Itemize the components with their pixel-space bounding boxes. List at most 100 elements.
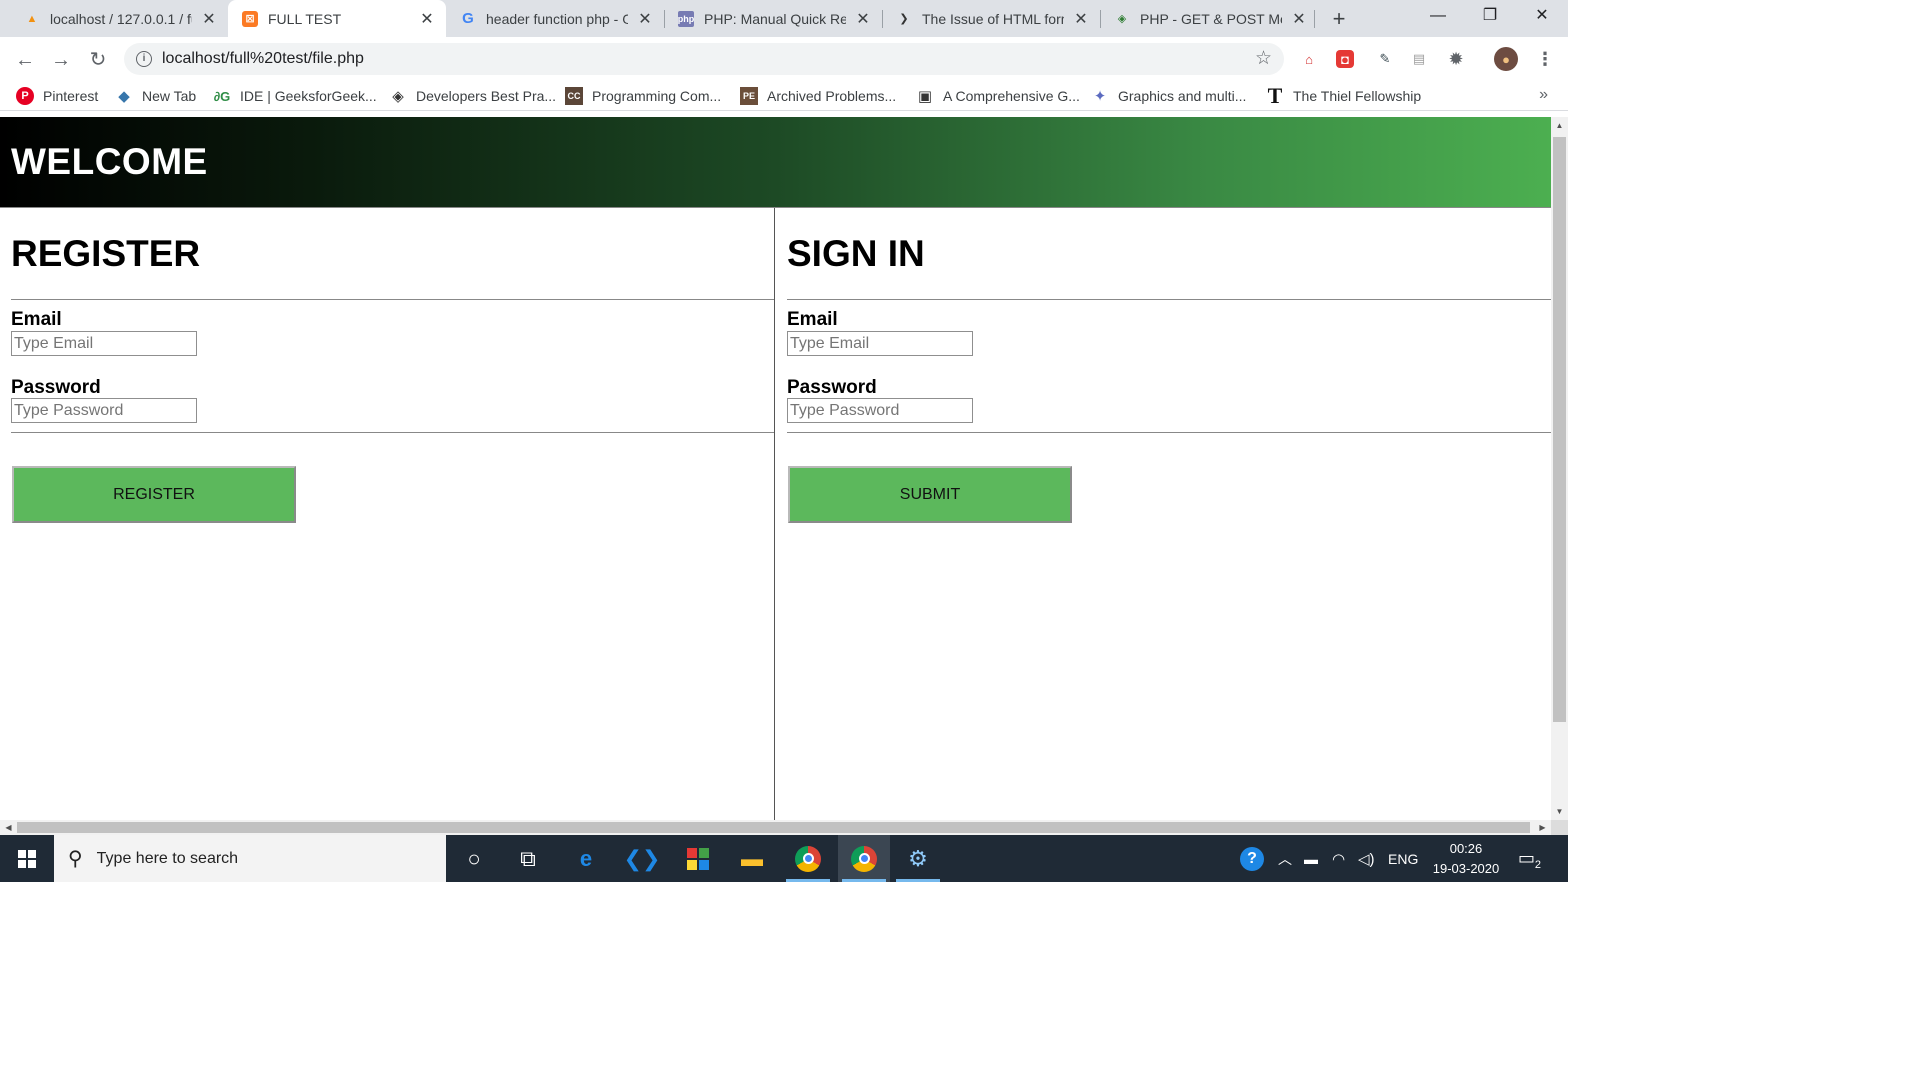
bookmark-pinterest[interactable]: P Pinterest bbox=[16, 85, 98, 107]
settings-gear-icon[interactable]: ⚙ bbox=[892, 835, 944, 882]
register-heading: REGISTER bbox=[11, 233, 201, 274]
bookmark-developers[interactable]: ◈ Developers Best Pra... bbox=[389, 85, 556, 107]
cortana-icon[interactable]: ○ bbox=[448, 835, 500, 882]
bookmark-programming[interactable]: CC Programming Com... bbox=[565, 85, 721, 107]
bookmark-thiel-fellowship[interactable]: T The Thiel Fellowship bbox=[1266, 83, 1421, 108]
divider bbox=[11, 299, 774, 300]
close-window-button[interactable]: ✕ bbox=[1516, 0, 1568, 34]
register-email-input[interactable] bbox=[11, 331, 197, 356]
tab-phpmyadmin[interactable]: ▲ localhost / 127.0.0.1 / fu ✕ bbox=[10, 0, 228, 37]
wifi-icon[interactable]: ◠ bbox=[1332, 835, 1345, 882]
tab-php-manual[interactable]: php PHP: Manual Quick Refe ✕ bbox=[664, 0, 882, 37]
pdf-extension-icon[interactable]: ⌂ bbox=[1298, 48, 1320, 70]
clock[interactable]: 00:26 19-03-2020 bbox=[1424, 839, 1508, 879]
tab-full-test[interactable]: ⊠ FULL TEST ✕ bbox=[228, 0, 446, 37]
scroll-up-arrow-icon[interactable]: ▲ bbox=[1551, 117, 1568, 134]
vertical-scroll-thumb[interactable] bbox=[1553, 137, 1566, 722]
chrome-active-icon[interactable] bbox=[838, 835, 890, 882]
bookmark-comprehensive[interactable]: ▣ A Comprehensive G... bbox=[916, 85, 1080, 107]
taskbar-search-placeholder: Type here to search bbox=[96, 849, 239, 867]
tab-strip: ▲ localhost / 127.0.0.1 / fu ✕ ⊠ FULL TE… bbox=[0, 0, 1568, 37]
new-tab-button[interactable]: + bbox=[1326, 6, 1352, 32]
bookmark-new-tab[interactable]: ◆ New Tab bbox=[115, 85, 196, 107]
bookmark-geeksforgeeks[interactable]: ∂G IDE | GeeksforGeek... bbox=[213, 85, 377, 107]
info-icon[interactable]: i bbox=[136, 51, 152, 67]
volume-icon[interactable]: ◁) bbox=[1358, 835, 1375, 882]
signin-panel: SIGN IN Email Password SUBMIT bbox=[776, 208, 1551, 820]
scroll-left-arrow-icon[interactable]: ◀ bbox=[0, 820, 17, 835]
close-icon[interactable]: ✕ bbox=[1072, 9, 1090, 29]
register-button[interactable]: REGISTER bbox=[12, 466, 296, 523]
menu-kebab-icon[interactable]: ⋮ bbox=[1534, 48, 1556, 70]
chrome-icon[interactable] bbox=[782, 835, 834, 882]
card-icon: ▣ bbox=[917, 88, 933, 105]
shield-extension-icon[interactable]: ◘ bbox=[1336, 50, 1354, 68]
forward-button[interactable]: → bbox=[47, 46, 75, 74]
signin-password-input[interactable] bbox=[787, 398, 973, 423]
close-icon[interactable]: ✕ bbox=[418, 9, 436, 29]
vscode-icon[interactable]: ❮❯ bbox=[616, 835, 668, 882]
profile-avatar[interactable]: ● bbox=[1494, 47, 1518, 71]
reload-button[interactable]: ↻ bbox=[84, 46, 112, 74]
geeksforgeeks-icon: ∂G bbox=[213, 88, 231, 104]
minimize-button[interactable]: — bbox=[1412, 0, 1464, 34]
taskbar-search[interactable]: ⚲ Type here to search bbox=[54, 835, 446, 882]
settings-extension-icon[interactable]: ✹ bbox=[1445, 48, 1467, 70]
show-hidden-icons-chevron-icon[interactable]: ︿ bbox=[1278, 835, 1292, 882]
graphics-icon: ✦ bbox=[1093, 88, 1107, 105]
codechef-icon: CC bbox=[565, 87, 583, 105]
tab-header-function[interactable]: G header function php - G ✕ bbox=[446, 0, 664, 37]
register-email-label: Email bbox=[11, 309, 62, 330]
phpmyadmin-icon: ▲ bbox=[26, 12, 38, 25]
close-icon[interactable]: ✕ bbox=[854, 9, 872, 29]
scroll-right-arrow-icon[interactable]: ▶ bbox=[1534, 820, 1551, 835]
address-url[interactable]: localhost/full%20test/file.php bbox=[162, 50, 364, 68]
restore-button[interactable]: ❐ bbox=[1464, 0, 1516, 34]
bookmarks-overflow-button[interactable]: » bbox=[1539, 86, 1548, 104]
xampp-icon: ⊠ bbox=[242, 10, 258, 27]
edge-icon[interactable]: e bbox=[560, 835, 612, 882]
thiel-t-icon: T bbox=[1267, 83, 1283, 108]
bookmark-graphics[interactable]: ✦ Graphics and multi... bbox=[1091, 85, 1247, 107]
tutorialspoint-icon: ◈ bbox=[1117, 13, 1127, 25]
scroll-down-arrow-icon[interactable]: ▼ bbox=[1551, 803, 1568, 820]
php-extension-icon[interactable]: ▤ bbox=[1408, 48, 1430, 70]
notification-count: 2 bbox=[1534, 859, 1542, 871]
horizontal-scroll-thumb[interactable] bbox=[17, 822, 1530, 833]
divider bbox=[787, 299, 1551, 300]
php-icon: php bbox=[678, 10, 694, 27]
office-app-icon[interactable] bbox=[672, 835, 724, 882]
language-indicator[interactable]: ENG bbox=[1388, 835, 1418, 882]
battery-icon[interactable]: ▬ bbox=[1304, 835, 1318, 882]
help-icon[interactable]: ? bbox=[1240, 835, 1264, 882]
start-button[interactable] bbox=[0, 835, 54, 882]
close-icon[interactable]: ✕ bbox=[636, 9, 654, 29]
address-bar[interactable]: i localhost/full%20test/file.php ☆ bbox=[124, 43, 1284, 75]
register-password-input[interactable] bbox=[11, 398, 197, 423]
close-icon[interactable]: ✕ bbox=[200, 9, 218, 29]
submit-button[interactable]: SUBMIT bbox=[788, 466, 1072, 523]
signin-email-input[interactable] bbox=[787, 331, 973, 356]
bookmarks-bar: P Pinterest ◆ New Tab ∂G IDE | GeeksforG… bbox=[0, 81, 1568, 111]
welcome-banner: WELCOME bbox=[0, 117, 1551, 208]
back-button[interactable]: ← bbox=[11, 46, 39, 74]
google-icon: G bbox=[462, 10, 474, 27]
task-view-icon[interactable]: ⧉ bbox=[502, 835, 554, 882]
eyedropper-extension-icon[interactable]: ✎ bbox=[1374, 48, 1396, 70]
horizontal-scrollbar[interactable]: ◀ ▶ bbox=[0, 820, 1551, 835]
welcome-heading: WELCOME bbox=[11, 141, 208, 182]
clock-time: 00:26 bbox=[1449, 841, 1483, 856]
bookmark-archived-problems[interactable]: PE Archived Problems... bbox=[740, 85, 896, 107]
tab-get-post[interactable]: ◈ PHP - GET & POST Met ✕ bbox=[1100, 0, 1318, 37]
divider bbox=[11, 432, 774, 433]
windows-taskbar: ⚲ Type here to search ○ ⧉ e ❮❯ ▬ ⚙ ? ︿ ▬… bbox=[0, 835, 1568, 882]
tab-html-form[interactable]: ❯ The Issue of HTML form ✕ bbox=[882, 0, 1100, 37]
vertical-scrollbar[interactable]: ▲ ▼ bbox=[1551, 117, 1568, 820]
close-icon[interactable]: ✕ bbox=[1290, 9, 1308, 29]
file-explorer-icon[interactable]: ▬ bbox=[726, 835, 778, 882]
bookmark-star-icon[interactable]: ☆ bbox=[1255, 47, 1272, 70]
signin-email-label: Email bbox=[787, 309, 838, 330]
python-icon: ◆ bbox=[118, 88, 130, 105]
register-password-label: Password bbox=[11, 377, 101, 398]
action-center-icon[interactable]: ▭ 2 bbox=[1518, 835, 1541, 882]
